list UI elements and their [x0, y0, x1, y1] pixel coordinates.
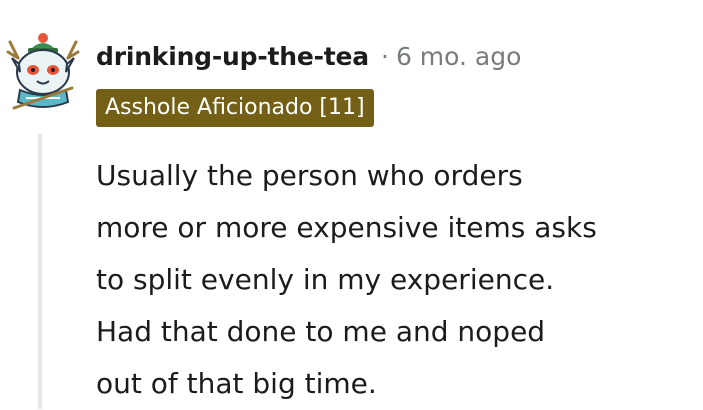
- user-avatar[interactable]: [6, 28, 80, 114]
- snoo-deer-avatar-icon: [6, 33, 80, 110]
- comment-body-line: more or more expensive items asks: [96, 211, 597, 244]
- comment-body-line: to split evenly in my experience.: [96, 263, 555, 296]
- meta-separator: ·: [380, 41, 389, 71]
- username-link[interactable]: drinking-up-the-tea: [96, 42, 369, 71]
- comment-body-line: Had that done to me and noped: [96, 315, 546, 348]
- user-flair-badge: Asshole Aficionado [11]: [96, 89, 374, 127]
- comment: drinking-up-the-tea · 6 mo. ago Asshole …: [0, 0, 703, 409]
- comment-timestamp[interactable]: 6 mo. ago: [396, 42, 521, 71]
- comment-body-line: out of that big time.: [96, 367, 377, 400]
- comment-body: Usually the person who orders more or mo…: [96, 150, 696, 410]
- comment-body-line: Usually the person who orders: [96, 159, 523, 192]
- comment-meta: drinking-up-the-tea · 6 mo. ago: [96, 36, 521, 76]
- thread-line[interactable]: [38, 134, 42, 409]
